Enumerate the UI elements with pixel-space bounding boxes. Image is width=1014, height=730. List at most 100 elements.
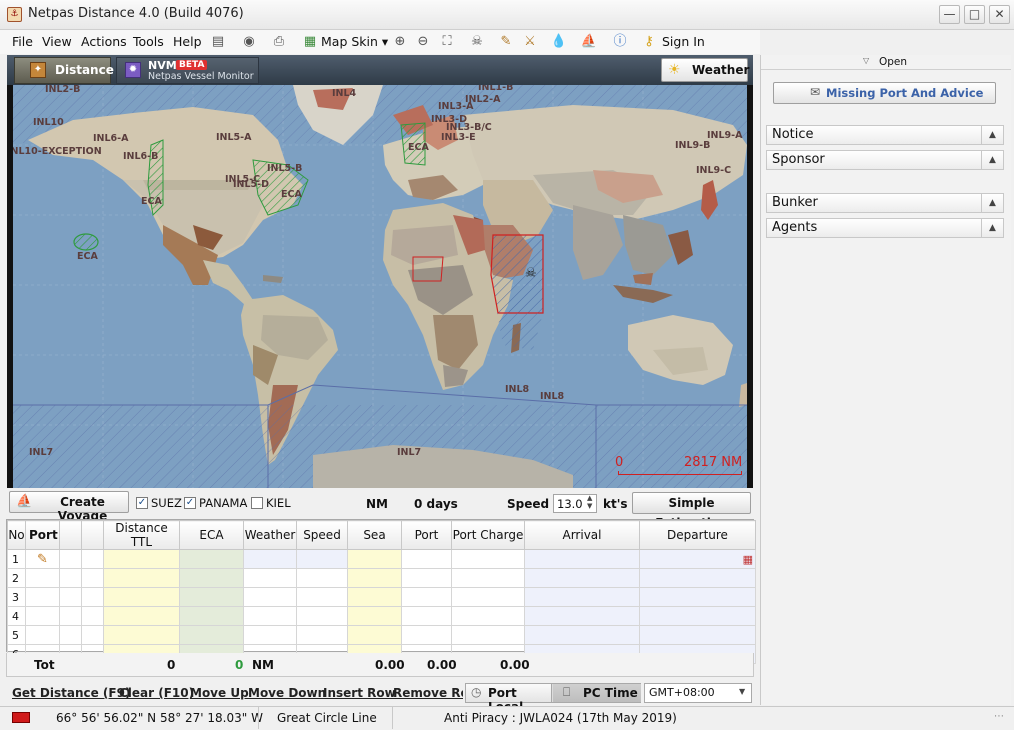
chevron-up-icon[interactable]: ▲ [981,219,1003,237]
create-voyage-button[interactable]: ⛵ Create Voyage [9,491,129,523]
zoom-out-icon[interactable]: ⊖ [414,33,432,51]
speed-cell[interactable] [296,625,348,645]
distance-cell[interactable] [103,625,180,645]
chevron-up-icon[interactable]: ▲ [981,126,1003,144]
panama-checkbox[interactable]: ✓ [184,497,196,509]
port-charge-cell[interactable] [451,568,525,588]
eca-cell[interactable] [179,587,244,607]
ship-icon[interactable]: ⛵ [580,33,598,51]
weather-button[interactable]: ☀ Weather [661,58,749,82]
distance-cell[interactable] [103,587,180,607]
weather-cell[interactable] [243,606,297,626]
clear-link[interactable]: Clear (F10) [119,686,194,700]
distance-cell[interactable] [103,549,180,569]
close-button[interactable]: ✕ [989,5,1010,24]
arrival-cell[interactable] [524,568,640,588]
menu-help[interactable]: Help [173,34,202,49]
speed-cell[interactable] [296,606,348,626]
weather-cell[interactable] [243,587,297,607]
departure-cell[interactable] [639,568,756,588]
eca-cell[interactable] [179,606,244,626]
get-distance-link[interactable]: Get Distance (F9) [12,686,130,700]
col-weather[interactable]: Weather [243,520,297,550]
sea-cell[interactable] [347,587,402,607]
table-cell[interactable] [81,568,104,588]
table-cell[interactable] [25,568,60,588]
table-cell[interactable] [81,587,104,607]
maximize-button[interactable]: □ [964,5,985,24]
departure-cell[interactable] [639,606,756,626]
arrival-cell[interactable] [524,625,640,645]
departure-cell[interactable] [639,587,756,607]
speed-input[interactable]: 13.0 ▲ ▼ [553,494,597,513]
arrival-cell[interactable] [524,606,640,626]
tab-nvm[interactable]: ✹ NVM BETA Netpas Vessel Monitor [116,57,259,84]
menu-view[interactable]: View [42,34,72,49]
tab-distance[interactable]: ✦ Distance [14,57,114,84]
table-cell[interactable] [25,587,60,607]
eca-cell[interactable] [179,625,244,645]
sea-cell[interactable] [347,568,402,588]
weather-cell[interactable] [243,549,297,569]
col-speed[interactable]: Speed [296,520,348,550]
timezone-select[interactable]: GMT+08:00 ▼ [644,683,752,703]
map-skin-icon[interactable]: ▦ [301,33,319,51]
col-no[interactable]: No [7,520,26,550]
sea-cell[interactable] [347,606,402,626]
agents-section[interactable]: Agents ▲ [766,218,1004,238]
arrival-cell[interactable] [524,549,640,569]
notice-section[interactable]: Notice ▲ [766,125,1004,145]
route-edit-icon[interactable]: ✎ [497,33,515,51]
edit-pencil-icon[interactable]: ✎ [25,549,60,569]
table-cell[interactable] [81,625,104,645]
col-port-charge[interactable]: Port Charge [451,520,525,550]
col-arrival[interactable]: Arrival [524,520,640,550]
capture-icon[interactable]: ◉ [240,33,258,51]
table-cell[interactable] [81,549,104,569]
water-drop-icon[interactable]: 💧 [550,33,568,51]
world-map[interactable]: ☠ INL2-B INL10 INL6-A INL5-A INL4 INL1-B… [7,85,753,488]
col-distance-ttl[interactable]: Distance TTL [103,520,180,550]
eca-cell[interactable] [179,549,244,569]
help-icon[interactable]: ⓘ [611,33,629,51]
weather-cell[interactable] [243,568,297,588]
menu-file[interactable]: File [12,34,33,49]
table-cell[interactable] [81,606,104,626]
port-charge-cell[interactable] [451,587,525,607]
col-port-days[interactable]: Port [401,520,452,550]
departure-cell[interactable] [639,625,756,645]
table-cell[interactable] [59,606,82,626]
simple-estimation-button[interactable]: Simple Estimation [632,492,751,530]
speed-spinner-icon[interactable]: ▲ ▼ [587,494,592,510]
calendar-icon[interactable]: ▦ [639,549,756,569]
bunker-section[interactable]: Bunker ▲ [766,193,1004,213]
piracy-icon[interactable]: ☠ [468,33,486,51]
col-departure[interactable]: Departure [639,520,756,550]
eca-cell[interactable] [179,568,244,588]
measure-icon[interactable]: ⚔ [521,33,539,51]
menu-tools[interactable]: Tools [133,34,164,49]
table-cell[interactable] [25,606,60,626]
map-skin-dropdown[interactable]: Map Skin ▾ [321,34,388,49]
col-eca[interactable]: ECA [179,520,244,550]
insert-row-link[interactable]: Insert Row [323,686,396,700]
chevron-up-icon[interactable]: ▲ [981,151,1003,169]
arrival-cell[interactable] [524,587,640,607]
table-cell[interactable] [25,625,60,645]
menu-actions[interactable]: Actions [81,34,127,49]
port-cell[interactable] [401,587,452,607]
port-cell[interactable] [401,625,452,645]
chevron-up-icon[interactable]: ▲ [981,194,1003,212]
sponsor-section[interactable]: Sponsor ▲ [766,150,1004,170]
table-row[interactable]: 2 [7,568,756,588]
fit-map-icon[interactable]: ⛶ [438,33,456,51]
panel-open-toggle[interactable]: ▽ Open [761,55,1011,70]
table-row[interactable]: 1 ✎ ▦ [7,549,756,569]
distance-cell[interactable] [103,568,180,588]
sea-cell[interactable] [347,625,402,645]
port-cell[interactable] [401,549,452,569]
port-cell[interactable] [401,606,452,626]
table-row[interactable]: 5 [7,625,756,645]
table-row[interactable]: 4 [7,606,756,626]
port-cell[interactable] [401,568,452,588]
